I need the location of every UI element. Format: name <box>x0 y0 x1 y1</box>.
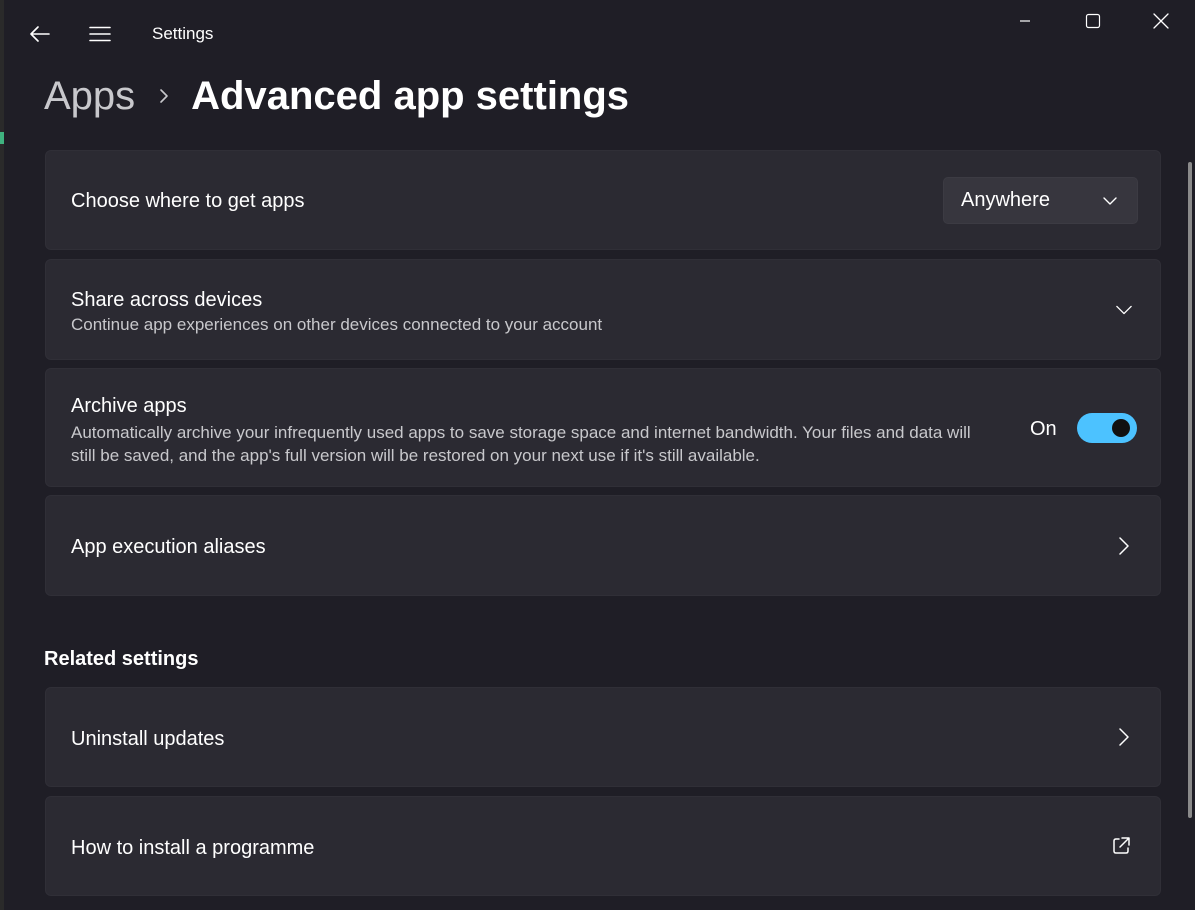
aliases-title: App execution aliases <box>71 536 266 558</box>
chevron-right-icon <box>1116 536 1132 555</box>
breadcrumb-separator-icon <box>159 88 169 104</box>
navigation-menu-button[interactable] <box>80 14 120 54</box>
app-title: Settings <box>152 24 214 43</box>
breadcrumb: Apps Advanced app settings <box>44 68 629 124</box>
back-arrow-icon <box>30 26 50 42</box>
chevron-down-icon <box>1103 196 1117 205</box>
hamburger-icon <box>89 26 111 42</box>
share-devices-title: Share across devices <box>71 289 263 311</box>
how-to-install-title: How to install a programme <box>71 837 315 859</box>
breadcrumb-apps-link[interactable]: Apps <box>44 74 135 119</box>
archive-toggle-label: On <box>1030 418 1057 440</box>
card-share-devices[interactable]: Share across devices Continue app experi… <box>45 259 1161 360</box>
uninstall-updates-title: Uninstall updates <box>71 728 225 750</box>
card-archive-apps: Archive apps Automatically archive your … <box>45 368 1161 487</box>
archive-apps-title: Archive apps <box>71 395 187 417</box>
settings-window: Settings Apps Advanced app settings Choo… <box>4 0 1195 910</box>
dropdown-selected-value: Anywhere <box>961 189 1050 211</box>
close-button[interactable] <box>1127 0 1195 42</box>
get-apps-title: Choose where to get apps <box>71 190 305 212</box>
card-uninstall-updates[interactable]: Uninstall updates <box>45 687 1161 787</box>
minimize-button[interactable] <box>991 0 1059 42</box>
get-apps-dropdown[interactable]: Anywhere <box>943 177 1138 224</box>
related-settings-heading: Related settings <box>44 648 199 670</box>
card-how-to-install[interactable]: How to install a programme <box>45 796 1161 896</box>
page-title: Advanced app settings <box>191 73 630 118</box>
title-bar: Settings <box>4 0 1195 64</box>
chevron-right-icon <box>1116 728 1132 746</box>
close-icon <box>1153 13 1169 29</box>
toggle-knob <box>1112 419 1130 437</box>
back-button[interactable] <box>20 14 60 54</box>
share-devices-description: Continue app experiences on other device… <box>71 315 603 334</box>
maximize-icon <box>1085 13 1101 29</box>
chevron-down-icon[interactable] <box>1116 302 1132 318</box>
card-app-execution-aliases[interactable]: App execution aliases <box>45 495 1161 596</box>
archive-apps-toggle[interactable] <box>1077 413 1137 443</box>
external-link-icon <box>1110 835 1132 857</box>
card-get-apps: Choose where to get apps Anywhere <box>45 150 1161 250</box>
scrollbar[interactable] <box>1188 162 1192 818</box>
minimize-icon <box>1020 20 1030 22</box>
archive-apps-description: Automatically archive your infrequently … <box>71 423 971 465</box>
maximize-button[interactable] <box>1059 0 1127 42</box>
